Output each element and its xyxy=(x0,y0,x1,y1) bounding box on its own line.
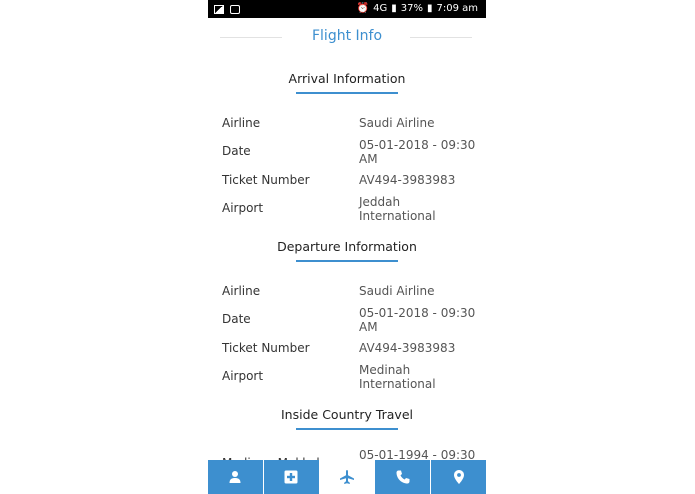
departure-date-value: 05-01-2018 - 09:30 AM xyxy=(359,306,476,334)
departure-ticket-label: Ticket Number xyxy=(222,341,310,355)
departure-ticket-value: AV494-3983983 xyxy=(359,341,456,355)
arrival-heading: Arrival Information xyxy=(288,71,406,86)
header-divider-right xyxy=(410,37,472,38)
alarm-icon: ⏰ xyxy=(356,3,370,14)
departure-airline-value: Saudi Airline xyxy=(359,284,435,298)
departure-underline xyxy=(296,260,398,262)
battery-level: 37% xyxy=(400,3,423,14)
arrival-airline-value: Saudi Airline xyxy=(359,116,435,130)
gallery-icon xyxy=(214,4,224,14)
battery-icon: ▮ xyxy=(426,3,433,14)
bottom-tab-bar xyxy=(208,460,486,494)
departure-airline-label: Airline xyxy=(222,284,261,298)
network-type: 4G xyxy=(373,3,388,14)
phone-screen: ⏰ 4G ▮ 37% ▮ 7:09 am Flight Info Arrival… xyxy=(208,0,486,494)
inside-travel-heading: Inside Country Travel xyxy=(281,407,413,422)
airplane-icon xyxy=(339,470,354,484)
tab-medical[interactable] xyxy=(263,460,320,494)
phone-icon xyxy=(396,470,410,484)
location-pin-icon xyxy=(453,470,464,484)
arrival-airport-label: Airport xyxy=(222,201,264,215)
signal-icon: ▮ xyxy=(391,3,397,14)
medical-cross-icon xyxy=(284,470,298,484)
tab-phone[interactable] xyxy=(375,460,432,494)
departure-airport-label: Airport xyxy=(222,369,264,383)
arrival-underline xyxy=(296,92,398,94)
departure-airport-value: Medinah International xyxy=(359,363,436,391)
arrival-ticket-label: Ticket Number xyxy=(222,173,310,187)
inside-travel-underline xyxy=(296,428,398,430)
departure-date-label: Date xyxy=(222,312,251,326)
page-title: Flight Info xyxy=(311,28,383,44)
header: Flight Info xyxy=(208,18,486,58)
clock: 7:09 am xyxy=(436,3,478,14)
tab-flight[interactable] xyxy=(319,460,376,494)
arrival-airport-value: Jeddah International xyxy=(359,195,436,223)
arrival-ticket-value: AV494-3983983 xyxy=(359,173,456,187)
arrival-date-label: Date xyxy=(222,144,251,158)
arrival-airline-label: Airline xyxy=(222,116,261,130)
notification-icon xyxy=(230,4,240,14)
tab-location[interactable] xyxy=(431,460,486,494)
person-icon xyxy=(229,471,241,483)
departure-heading: Departure Information xyxy=(277,239,417,254)
arrival-date-value: 05-01-2018 - 09:30 AM xyxy=(359,138,476,166)
status-bar: ⏰ 4G ▮ 37% ▮ 7:09 am xyxy=(208,0,486,18)
tab-profile[interactable] xyxy=(208,460,264,494)
